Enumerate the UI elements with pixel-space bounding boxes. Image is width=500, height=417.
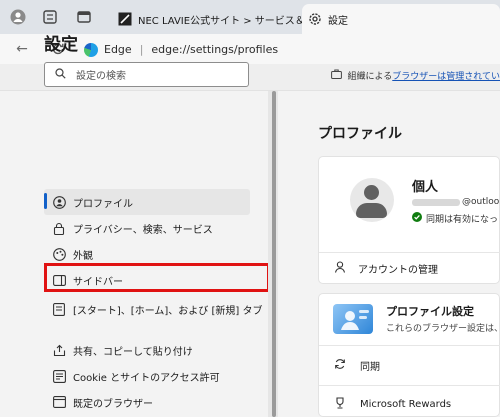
profile-avatar-icon[interactable] xyxy=(8,7,28,27)
avatar-head xyxy=(364,185,379,200)
vertical-tabs-icon[interactable] xyxy=(74,7,94,27)
appearance-icon xyxy=(52,247,66,261)
sync-row[interactable]: 同期 xyxy=(334,355,500,375)
tab-nec-lavie[interactable]: NEC LAVIE公式サイト > サービス＆サ ✕ xyxy=(112,4,302,34)
edge-label: Edge xyxy=(104,43,132,56)
profile-settings-title[interactable]: プロファイル設定 xyxy=(386,303,474,319)
tab-icon xyxy=(52,302,66,316)
profile-settings-icon xyxy=(333,304,373,334)
avatar-body xyxy=(356,203,387,218)
sync-status: 同期は有効になっ xyxy=(412,212,498,225)
sidebar-item-default-browser[interactable]: 既定のブラウザー xyxy=(44,389,250,415)
sidebar-item-share-copy[interactable]: 共有、コピーして貼り付け xyxy=(44,337,250,363)
sidebar-item-start-home-newtab[interactable]: [スタート]、[ホーム]、および [新規] タブ xyxy=(44,295,262,323)
search-placeholder: 設定の検索 xyxy=(76,71,126,82)
card-divider xyxy=(319,385,500,386)
sync-label: 同期 xyxy=(360,361,380,373)
edge-logo-icon xyxy=(84,42,98,57)
settings-search-input[interactable]: 設定の検索 xyxy=(44,62,249,87)
rewards-row[interactable]: Microsoft Rewards xyxy=(334,394,500,414)
cookie-icon xyxy=(52,369,66,383)
managed-link[interactable]: ブラウザーは管理されてい xyxy=(392,69,500,82)
search-icon xyxy=(55,67,66,82)
lock-icon xyxy=(52,221,66,235)
profile-icon xyxy=(52,195,66,209)
settings-title: 設定 xyxy=(44,35,78,55)
back-arrow-icon[interactable]: ← xyxy=(14,41,30,57)
tab-title: 設定 xyxy=(328,15,348,27)
card-divider xyxy=(319,252,500,253)
checkmark-icon xyxy=(412,212,422,225)
redacted-email xyxy=(412,198,460,206)
page-title: プロファイル xyxy=(318,126,402,142)
tab-title: NEC LAVIE公式サイト > サービス＆サ xyxy=(138,15,302,27)
highlight-box xyxy=(44,263,270,292)
scrollbar-thumb[interactable] xyxy=(272,91,276,417)
url-separator: | xyxy=(139,43,144,56)
person-icon xyxy=(334,260,346,276)
sidebar-item-label: プライバシー、検索、サービス xyxy=(73,224,213,236)
url-text: edge://settings/profiles xyxy=(151,43,279,56)
share-icon xyxy=(52,343,66,357)
url-field[interactable]: Edge | edge://settings/profiles xyxy=(84,38,500,61)
sidebar-item-label: [スタート]、[ホーム]、および [新規] タブ xyxy=(73,305,263,317)
rewards-label: Microsoft Rewards xyxy=(360,398,452,410)
sidebar-item-cookies[interactable]: Cookie とサイトのアクセス許可 xyxy=(44,363,250,389)
sidebar-item-privacy[interactable]: プライバシー、検索、サービス xyxy=(44,215,250,241)
profile-name: 個人 xyxy=(412,180,439,195)
gear-icon xyxy=(308,12,322,26)
sync-icon xyxy=(334,358,346,373)
sidebar-item-label: 外観 xyxy=(73,250,93,262)
profile-settings-desc: これらのブラウザー設定は、Mic xyxy=(386,324,500,334)
sync-status-text: 同期は有効になっ xyxy=(426,215,499,225)
browser-icon xyxy=(52,395,66,409)
briefcase-icon xyxy=(330,69,342,82)
tab-settings[interactable]: 設定 xyxy=(302,4,500,34)
trophy-icon xyxy=(334,396,346,412)
profile-email-row: @outlook xyxy=(412,197,500,207)
sidebar-item-profile[interactable]: プロファイル xyxy=(44,189,250,215)
tab-strip: NEC LAVIE公式サイト > サービス＆サ ✕ 設定 xyxy=(0,0,500,34)
profile-email: @outlook xyxy=(462,197,500,207)
managed-notice: 組織による ブラウザーは管理されてい xyxy=(330,69,500,82)
manage-account-row[interactable]: アカウントの管理 xyxy=(334,258,500,278)
manage-account-label: アカウントの管理 xyxy=(358,264,438,276)
sidebar-item-label: 共有、コピーして貼り付け xyxy=(73,346,193,358)
managed-prefix: 組織による xyxy=(347,72,393,82)
selected-indicator xyxy=(44,193,47,209)
sidebar-item-label: Cookie とサイトのアクセス許可 xyxy=(73,372,220,384)
nec-favicon xyxy=(118,12,132,26)
sidebar-item-label: プロファイル xyxy=(73,198,133,210)
card-divider xyxy=(319,345,500,346)
sidebar-item-label: 既定のブラウザー xyxy=(73,398,153,410)
workspaces-icon[interactable] xyxy=(40,7,60,27)
